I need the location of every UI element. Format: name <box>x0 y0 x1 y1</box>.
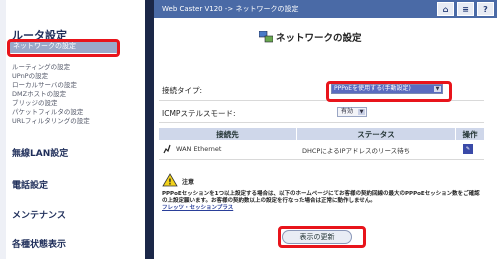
list-button[interactable]: ≡ <box>457 2 474 16</box>
help-icon: ? <box>483 4 488 14</box>
home-icon: ⌂ <box>442 4 449 14</box>
page-title: ネットワークの設定 <box>276 33 362 44</box>
icmp-stealth-label: ICMPステルスモード: <box>162 109 236 118</box>
divider <box>159 122 484 123</box>
ethernet-icon <box>163 144 171 154</box>
top-bar: Web Caster V120 -> ネットワークの設定 ⌂ ≡ ? <box>154 0 497 18</box>
edit-icon[interactable]: ✎ <box>463 144 473 154</box>
icmp-stealth-select[interactable]: 有効 ▼ <box>337 107 367 117</box>
notice-label: 注意 <box>182 179 195 186</box>
highlight-box-sidebar <box>7 39 120 57</box>
sidebar-section-wireless[interactable]: 無線LAN設定 <box>12 146 68 159</box>
divider <box>159 159 484 160</box>
table-header-operation: 操作 <box>456 128 484 140</box>
list-icon: ≡ <box>462 4 469 14</box>
main-panel: ネットワークの設定 接続タイプ: PPPoEを使用する(手動設定) ▼ ICMP… <box>154 18 497 259</box>
highlight-box-refresh <box>278 226 366 248</box>
sidebar-item-url-filter[interactable]: URLフィルタリングの設定 <box>12 115 90 125</box>
notice-text: PPPoEセッションを1つ以上設定する場合は、以下のホームページにてお客様の契約… <box>162 191 482 212</box>
table-header-destination: 接続先 <box>159 128 296 140</box>
notice-box: ! 注意 PPPoEセッションを1つ以上設定する場合は、以下のホームページにてお… <box>162 173 484 217</box>
sidebar-section-status[interactable]: 各種状態表示 <box>12 237 66 250</box>
notice-link[interactable]: フレッツ・セッションプラス <box>162 205 233 211</box>
sidebar-section-phone[interactable]: 電話設定 <box>12 178 48 191</box>
icmp-stealth-value: 有効 <box>341 108 354 115</box>
sidebar-divider <box>145 0 154 259</box>
warning-icon: ! <box>162 173 178 187</box>
table-cell-destination: WAN Ethernet <box>176 145 222 153</box>
chevron-down-icon: ▼ <box>358 109 365 115</box>
network-icon <box>259 31 273 43</box>
table-header-status: ステータス <box>297 128 455 140</box>
sidebar-edge <box>0 0 6 259</box>
connection-type-label: 接続タイプ: <box>162 86 203 95</box>
home-button[interactable]: ⌂ <box>437 2 454 16</box>
highlight-box-connection-type <box>326 81 452 102</box>
notice-body: PPPoEセッションを1つ以上設定する場合は、以下のホームページにてお客様の契約… <box>162 191 480 204</box>
table-cell-status: DHCPによるIPアドレスのリース待ち <box>302 147 411 155</box>
breadcrumb: Web Caster V120 -> ネットワークの設定 <box>162 5 299 13</box>
help-button[interactable]: ? <box>477 2 494 16</box>
sidebar-section-maintenance[interactable]: メンテナンス <box>12 208 66 221</box>
svg-text:!: ! <box>168 178 172 187</box>
